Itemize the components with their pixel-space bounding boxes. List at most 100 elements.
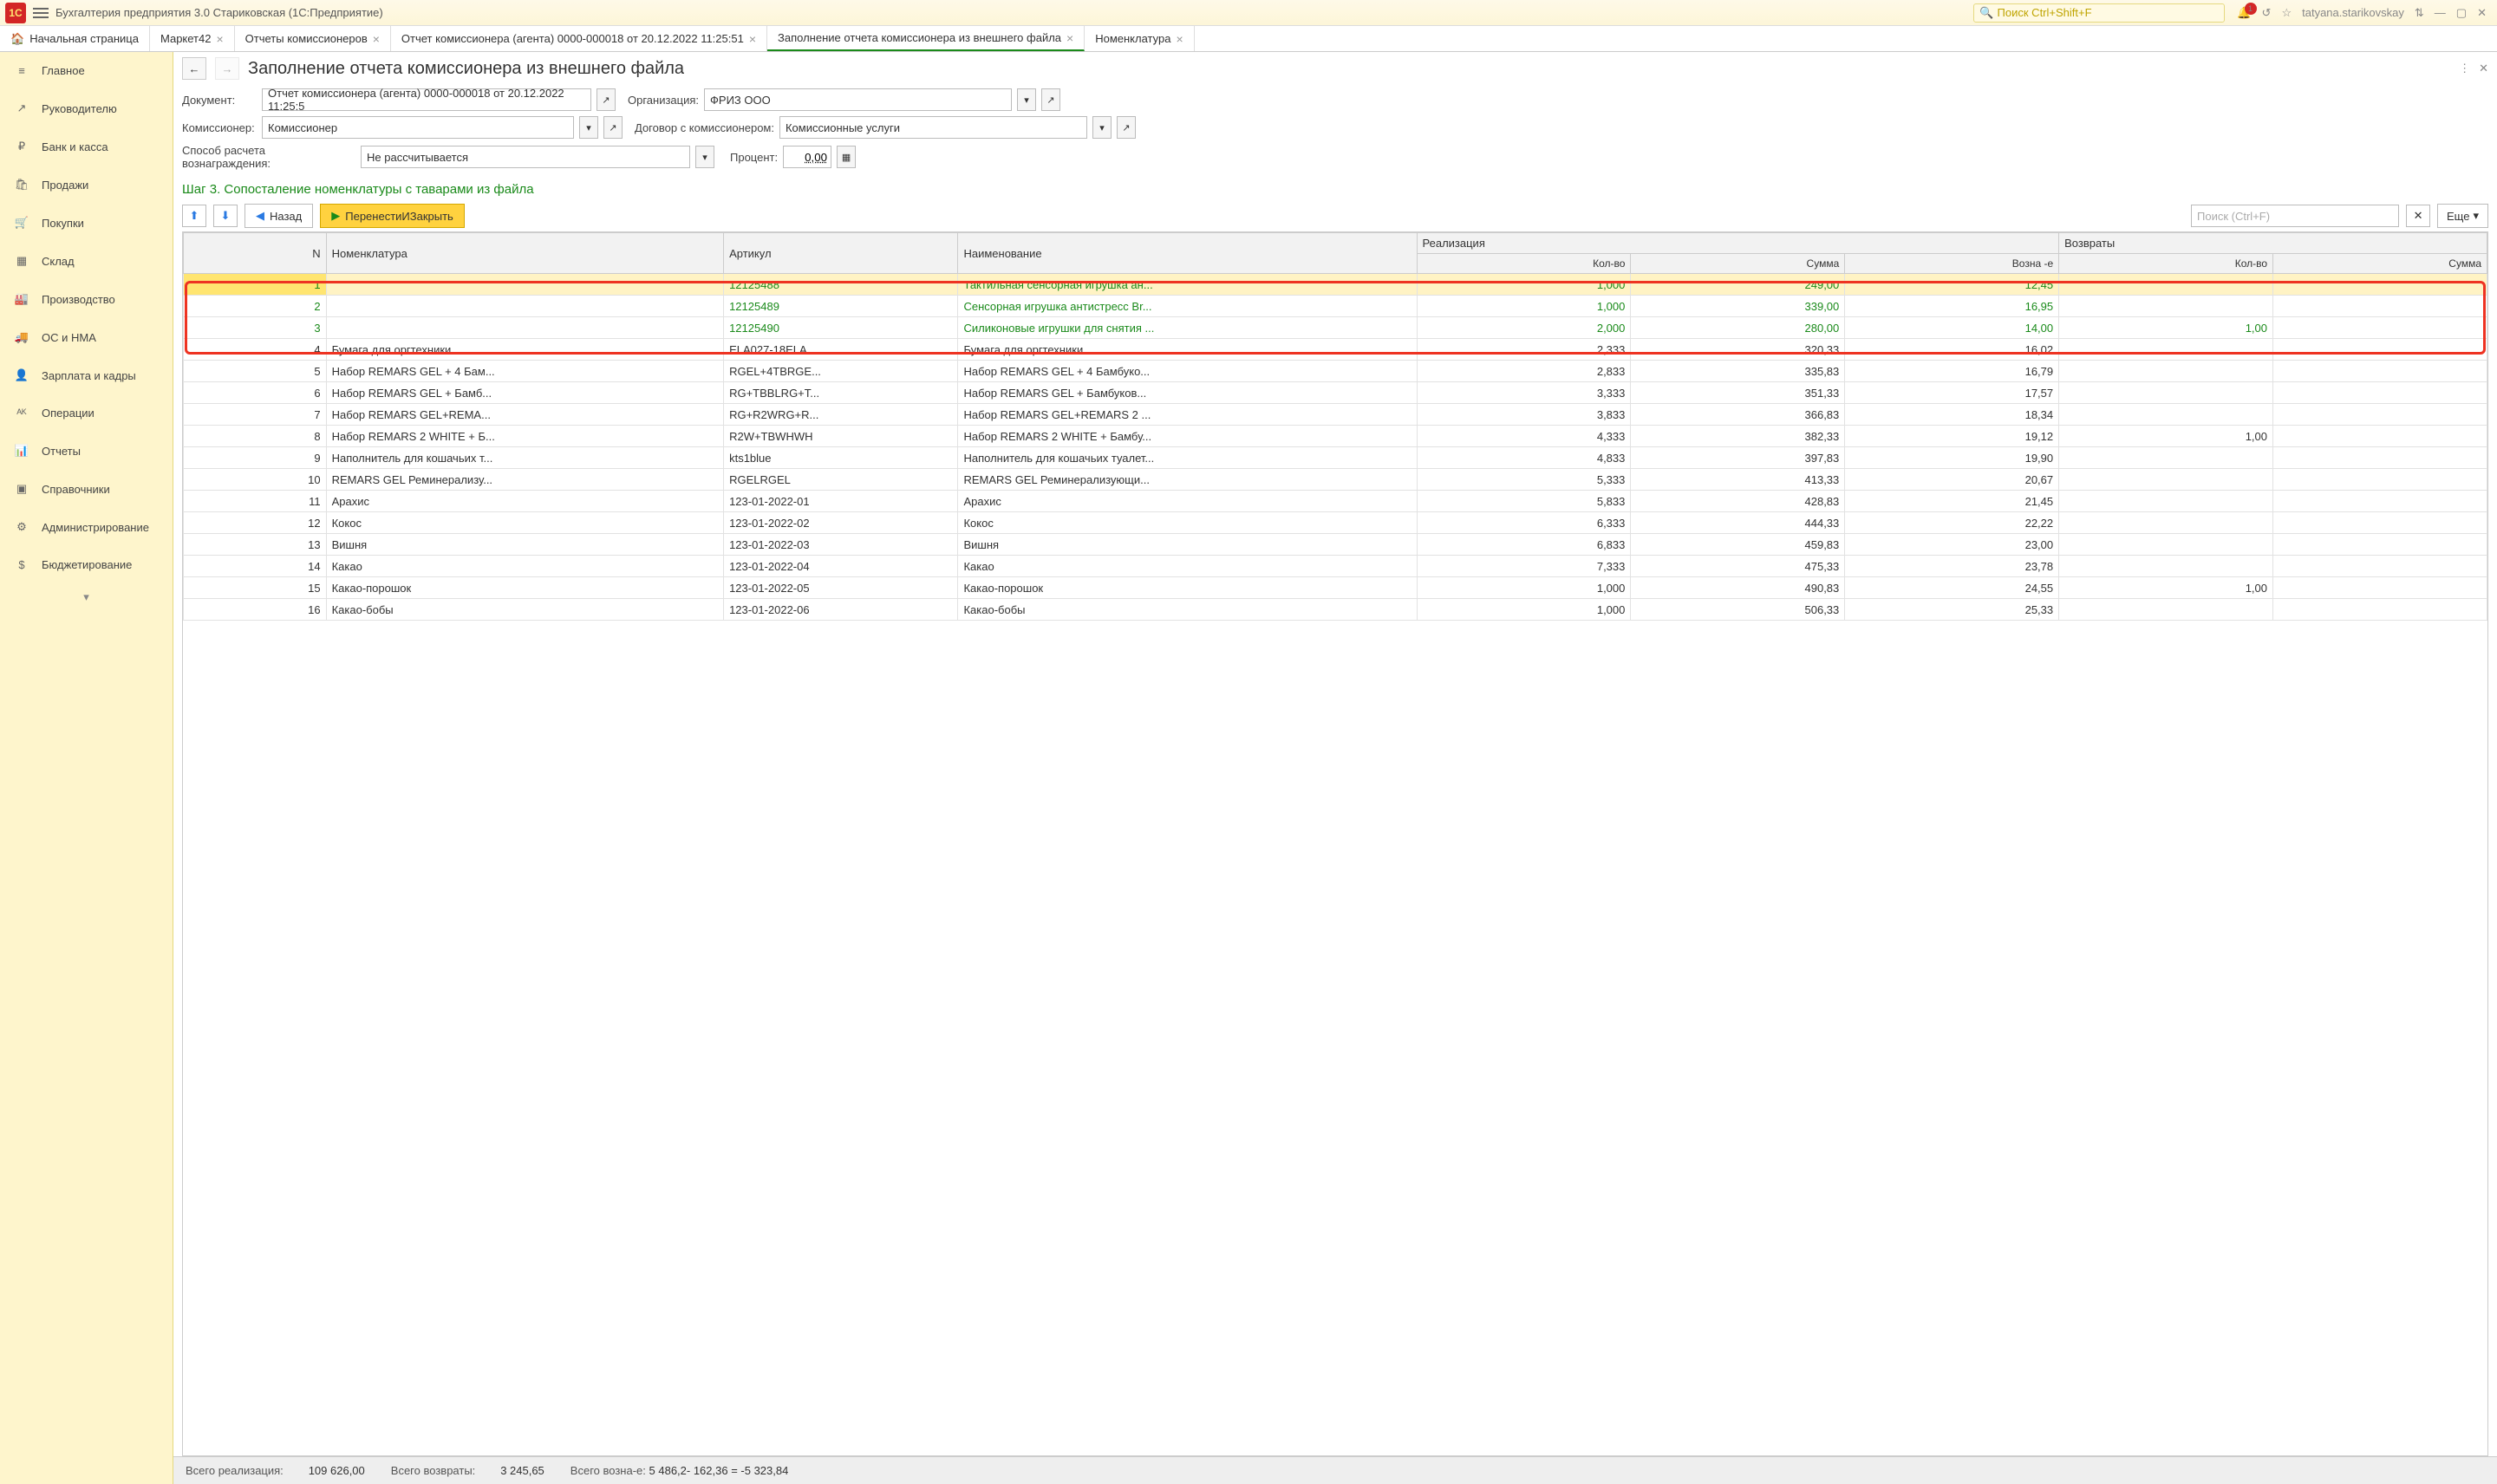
org-open-button[interactable]: ↗ (1041, 88, 1060, 111)
table-row[interactable]: 12Кокос123-01-2022-02Кокос6,333444,3322,… (184, 512, 2487, 534)
dog-open-button[interactable]: ↗ (1117, 116, 1136, 139)
table-row[interactable]: 312125490Силиконовые игрушки для снятия … (184, 317, 2487, 339)
transfer-close-button[interactable]: ▶ПеренестиИЗакрыть (320, 204, 465, 228)
tab-close-icon[interactable]: × (1066, 31, 1073, 45)
col-real[interactable]: Реализация (1417, 233, 2059, 254)
col-n[interactable]: N (184, 233, 327, 274)
doc-open-button[interactable]: ↗ (597, 88, 616, 111)
more-button[interactable]: Еще▾ (2437, 204, 2488, 228)
star-icon[interactable]: ☆ (2281, 6, 2292, 20)
dog-field[interactable]: Комиссионные услуги (779, 116, 1087, 139)
sidebar-more[interactable]: ▾ (0, 583, 173, 611)
org-dropdown-button[interactable]: ▾ (1017, 88, 1036, 111)
search-clear-button[interactable]: ✕ (2406, 205, 2430, 227)
history-icon[interactable]: ↺ (2262, 6, 2272, 20)
table-row[interactable]: 9Наполнитель для кошачьих т...kts1blueНа… (184, 447, 2487, 469)
col-sum[interactable]: Сумма (1631, 254, 1845, 274)
dog-dropdown-button[interactable]: ▾ (1092, 116, 1112, 139)
tab-3[interactable]: Отчет комиссионера (агента) 0000-000018 … (391, 26, 767, 51)
kom-field[interactable]: Комиссионер (262, 116, 574, 139)
sidebar-icon: 🏭 (14, 292, 29, 306)
sidebar-icon: 🛒 (14, 216, 29, 230)
nav-forward-button[interactable]: → (215, 57, 239, 80)
tab-1[interactable]: Маркет42× (150, 26, 235, 51)
tab-close-icon[interactable]: × (1176, 32, 1183, 46)
menu-icon[interactable] (33, 8, 49, 18)
org-field[interactable]: ФРИЗ ООО (704, 88, 1012, 111)
sidebar-item-6[interactable]: 🏭Производство (0, 280, 173, 318)
doc-field[interactable]: Отчет комиссионера (агента) 0000-000018 … (262, 88, 591, 111)
sidebar-icon: ₽ (14, 140, 29, 153)
tab-2[interactable]: Отчеты комиссионеров× (235, 26, 391, 51)
table-row[interactable]: 5Набор REMARS GEL + 4 Бам...RGEL+4TBRGE.… (184, 361, 2487, 382)
sidebar-item-7[interactable]: 🚚ОС и НМА (0, 318, 173, 356)
col-name[interactable]: Наименование (958, 233, 1417, 274)
user-name[interactable]: tatyana.starikovskay (2302, 6, 2404, 19)
sidebar-item-10[interactable]: 📊Отчеты (0, 432, 173, 470)
sidebar-item-3[interactable]: 🛍Продажи (0, 166, 173, 204)
move-up-button[interactable]: ⬆ (182, 205, 206, 227)
sidebar-item-11[interactable]: ▣Справочники (0, 470, 173, 508)
col-fee[interactable]: Возна -е (1845, 254, 2059, 274)
maximize-icon[interactable]: ▢ (2456, 6, 2467, 20)
kebab-icon[interactable]: ⋮ (2459, 62, 2470, 75)
org-label: Организация: (628, 94, 699, 107)
sidebar-item-4[interactable]: 🛒Покупки (0, 204, 173, 242)
table-search[interactable]: Поиск (Ctrl+F) (2191, 205, 2399, 227)
back-button[interactable]: ◀Назад (244, 204, 313, 228)
table-row[interactable]: 16Какао-бобы123-01-2022-06Какао-бобы1,00… (184, 599, 2487, 621)
col-rqty[interactable]: Кол-во (2059, 254, 2273, 274)
sidebar-item-1[interactable]: ↗Руководителю (0, 89, 173, 127)
sidebar-icon: 🛍 (14, 178, 29, 192)
sidebar-item-2[interactable]: ₽Банк и касса (0, 127, 173, 166)
sidebar-item-0[interactable]: ≡Главное (0, 52, 173, 89)
close-panel-icon[interactable]: ✕ (2479, 62, 2488, 75)
close-icon[interactable]: ✕ (2477, 6, 2487, 20)
col-art[interactable]: Артикул (724, 233, 958, 274)
step-title: Шаг 3. Сопосталение номенклатуры с тавар… (173, 179, 2497, 200)
nav-back-button[interactable]: ← (182, 57, 206, 80)
table-row[interactable]: 14Какао123-01-2022-04Какао7,333475,3323,… (184, 556, 2487, 577)
table-row[interactable]: 212125489Сенсорная игрушка антистресс Br… (184, 296, 2487, 317)
kom-open-button[interactable]: ↗ (603, 116, 623, 139)
minimize-icon[interactable]: — (2435, 6, 2446, 19)
move-down-button[interactable]: ⬇ (213, 205, 238, 227)
col-rsum[interactable]: Сумма (2273, 254, 2487, 274)
pct-calc-button[interactable]: ▦ (837, 146, 856, 168)
col-nom[interactable]: Номенклатура (326, 233, 724, 274)
tab-close-icon[interactable]: × (216, 32, 223, 46)
table-row[interactable]: 13Вишня123-01-2022-03Вишня6,833459,8323,… (184, 534, 2487, 556)
sidebar-item-5[interactable]: ▦Склад (0, 242, 173, 280)
sidebar-item-9[interactable]: ᴬᴷОперации (0, 394, 173, 432)
table-row[interactable]: 6Набор REMARS GEL + Бамб...RG+TBBLRG+T..… (184, 382, 2487, 404)
doc-label: Документ: (182, 94, 257, 107)
table-row[interactable]: 11Арахис123-01-2022-01Арахис5,833428,832… (184, 491, 2487, 512)
sidebar-item-8[interactable]: 👤Зарплата и кадры (0, 356, 173, 394)
tab-close-icon[interactable]: × (749, 32, 756, 46)
notifications-icon[interactable]: 🔔1 (2237, 6, 2251, 20)
calc-dropdown-button[interactable]: ▾ (695, 146, 714, 168)
calc-field[interactable]: Не рассчитывается (361, 146, 690, 168)
global-search[interactable]: 🔍 Поиск Ctrl+Shift+F (1973, 3, 2225, 23)
filter-icon[interactable]: ⇅ (2415, 6, 2424, 20)
sidebar-icon: ≡ (14, 64, 29, 77)
sidebar-item-13[interactable]: $Бюджетирование (0, 546, 173, 583)
table-row[interactable]: 4Бумага для оргтехникиELA027-18ELA...Бум… (184, 339, 2487, 361)
pct-label: Процент: (730, 151, 778, 164)
data-table[interactable]: N Номенклатура Артикул Наименование Реал… (183, 232, 2487, 621)
sidebar-item-12[interactable]: ⚙Администрирование (0, 508, 173, 546)
table-row[interactable]: 8Набор REMARS 2 WHITE + Б...R2W+TBWHWHНа… (184, 426, 2487, 447)
table-row[interactable]: 7Набор REMARS GEL+REMA...RG+R2WRG+R...На… (184, 404, 2487, 426)
col-ret[interactable]: Возвраты (2059, 233, 2487, 254)
tab-0[interactable]: 🏠Начальная страница (0, 26, 150, 51)
col-qty[interactable]: Кол-во (1417, 254, 1631, 274)
table-row[interactable]: 10REMARS GEL Реминерализу...RGELRGELREMA… (184, 469, 2487, 491)
tab-close-icon[interactable]: × (373, 32, 380, 46)
sidebar: ≡Главное↗Руководителю₽Банк и касса🛍Прода… (0, 52, 173, 1484)
tab-5[interactable]: Номенклатура× (1085, 26, 1194, 51)
table-row[interactable]: 112125488Тактильная сенсорная игрушка ан… (184, 274, 2487, 296)
table-row[interactable]: 15Какао-порошок123-01-2022-05Какао-порош… (184, 577, 2487, 599)
tab-4[interactable]: Заполнение отчета комиссионера из внешне… (767, 26, 1085, 51)
kom-dropdown-button[interactable]: ▾ (579, 116, 598, 139)
pct-input[interactable] (783, 146, 831, 168)
